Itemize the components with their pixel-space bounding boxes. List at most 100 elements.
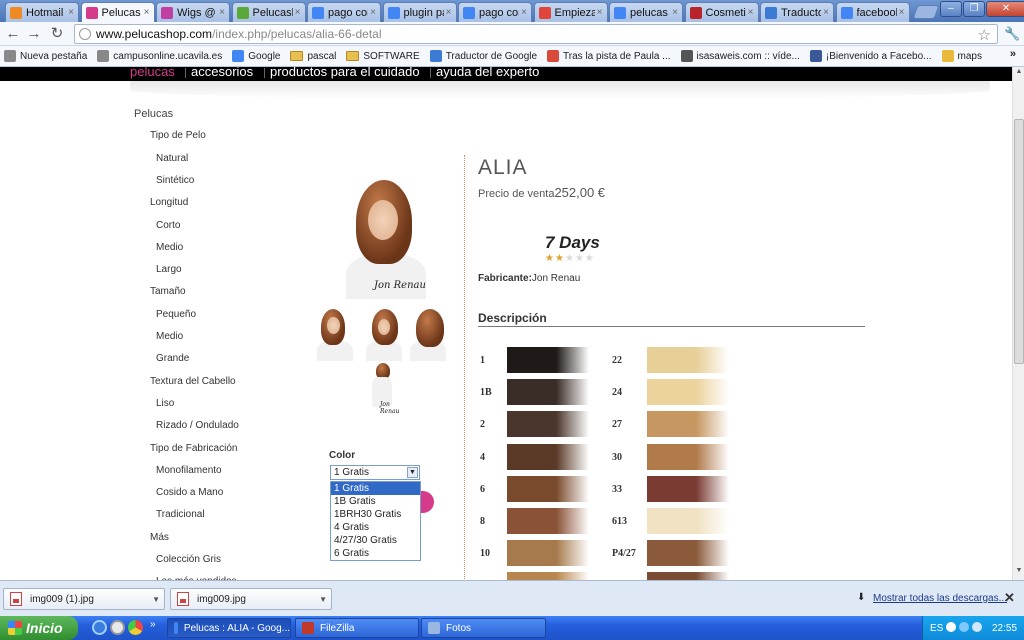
tab-close-icon[interactable]: × [899, 7, 905, 18]
category-item[interactable]: Textura del Cabello [150, 376, 236, 387]
tab-close-icon[interactable]: × [672, 7, 678, 18]
volume-icon[interactable] [972, 622, 982, 632]
browser-tab[interactable]: Hotmail - × [5, 2, 79, 22]
site-nav-link[interactable]: pelucas [130, 67, 175, 79]
color-option[interactable]: 1B Gratis [331, 495, 420, 508]
download-item[interactable]: img009 (1).jpg ▼ [3, 588, 165, 610]
category-item[interactable]: Más [150, 532, 169, 543]
category-item[interactable]: Grande [156, 353, 189, 364]
manufacturer-value[interactable]: Jon Renau [532, 273, 580, 284]
tab-close-icon[interactable]: × [144, 7, 150, 18]
category-item[interactable]: Tipo de Fabricación [150, 443, 237, 454]
taskbar-button[interactable]: FileZilla [295, 618, 419, 638]
taskbar-button[interactable]: Fotos [421, 618, 546, 638]
network-icon[interactable] [959, 622, 969, 632]
chevron-down-icon[interactable]: ▼ [319, 595, 327, 604]
browser-tab[interactable]: pago con× [307, 2, 381, 22]
category-item[interactable]: Liso [156, 398, 174, 409]
category-item[interactable]: Pequeño [156, 309, 196, 320]
thumbnail-4[interactable]: Jon Renau [366, 361, 402, 413]
browser-tab[interactable]: Traductor× [760, 2, 834, 22]
minimize-button[interactable]: – [940, 1, 962, 17]
help-icon[interactable] [946, 622, 956, 632]
chevron-down-icon[interactable]: ▼ [152, 595, 160, 604]
show-all-downloads-link[interactable]: Mostrar todas las descargas... [873, 593, 1007, 604]
tab-close-icon[interactable]: × [219, 7, 225, 18]
thumbnail-2[interactable] [364, 307, 404, 361]
site-nav-link[interactable]: ayuda del experto [436, 67, 539, 79]
browser-tab[interactable]: plugin pa× [382, 2, 457, 22]
product-main-image[interactable]: Jon Renau [338, 176, 430, 299]
tab-close-icon[interactable]: × [823, 7, 829, 18]
address-bar[interactable]: www.pelucashop.com/index.php/pelucas/ali… [74, 24, 998, 44]
category-item[interactable]: Longitud [150, 197, 188, 208]
ie-icon[interactable] [92, 620, 107, 635]
browser-tab[interactable]: Pelucash× [231, 2, 306, 22]
forward-icon[interactable]: → [25, 25, 43, 43]
category-item[interactable]: Cosido a Mano [156, 487, 223, 498]
scroll-thumb[interactable] [1014, 119, 1024, 364]
color-option[interactable]: 6 Gratis [331, 547, 420, 560]
bookmark-item[interactable]: pascal [290, 51, 336, 62]
category-item[interactable]: Medio [156, 242, 183, 253]
category-item[interactable]: Tradicional [156, 509, 205, 520]
chrome-icon[interactable] [128, 620, 143, 635]
bookmark-item[interactable]: campusonline.ucavila.es [97, 50, 222, 62]
browser-tab[interactable]: Cosmetic× [684, 2, 759, 22]
bookmark-star-icon[interactable]: ☆ [978, 26, 991, 44]
tab-close-icon[interactable]: × [446, 7, 452, 18]
close-window-button[interactable]: ✕ [986, 1, 1024, 17]
tab-close-icon[interactable]: × [597, 7, 603, 18]
category-root[interactable]: Pelucas [134, 108, 173, 120]
browser-tab[interactable]: pago con× [458, 2, 532, 22]
wrench-menu-icon[interactable]: 🔧 [1004, 26, 1020, 42]
site-nav-link[interactable]: accesorios [191, 67, 253, 79]
bookmark-item[interactable]: isasaweis.com :: víde... [680, 50, 800, 62]
category-item[interactable]: Monofilamento [156, 465, 222, 476]
bookmark-item[interactable]: Traductor de Google [429, 50, 537, 62]
category-item[interactable]: Natural [156, 153, 188, 164]
bookmarks-overflow-icon[interactable]: » [1010, 48, 1016, 60]
page-info-icon[interactable] [79, 28, 91, 40]
add-to-cart-button[interactable] [420, 491, 434, 513]
thumbnail-1[interactable] [315, 307, 355, 361]
back-icon[interactable]: ← [4, 25, 22, 43]
start-button[interactable]: Inicio [0, 616, 78, 640]
tab-close-icon[interactable]: × [370, 7, 376, 18]
category-item[interactable]: Rizado / Ondulado [156, 420, 239, 431]
close-downloads-bar-icon[interactable]: ✕ [1004, 590, 1015, 606]
taskbar-button[interactable]: Pelucas : ALIA - Goog... [167, 618, 291, 638]
browser-tab[interactable]: Empieza × [533, 2, 608, 22]
tab-close-icon[interactable]: × [295, 7, 301, 18]
chevron-down-icon[interactable]: ▼ [407, 467, 418, 478]
browser-tab[interactable]: Pelucas :× [80, 2, 155, 22]
thumbnail-3[interactable] [408, 307, 448, 361]
category-item[interactable]: Largo [156, 264, 182, 275]
bookmark-item[interactable]: Nueva pestaña [4, 50, 87, 62]
bookmark-item[interactable]: ¡Bienvenido a Facebo... [809, 50, 932, 62]
category-item[interactable]: Tipo de Pelo [150, 130, 206, 141]
category-item[interactable]: Sintético [156, 175, 194, 186]
bookmark-item[interactable]: maps [941, 50, 982, 62]
download-item[interactable]: img009.jpg ▼ [170, 588, 332, 610]
browser-tab[interactable]: Wigs @ C× [156, 2, 230, 22]
scroll-down-icon[interactable]: ▼ [1014, 567, 1024, 579]
language-indicator[interactable]: ES [930, 623, 943, 634]
tab-close-icon[interactable]: × [521, 7, 527, 18]
restore-button[interactable]: ❐ [963, 1, 985, 17]
browser-tab[interactable]: facebook× [835, 2, 910, 22]
page-scrollbar[interactable]: ▲ ▼ [1012, 67, 1024, 580]
site-nav-link[interactable]: productos para el cuidado [270, 67, 420, 79]
reload-icon[interactable]: ↻ [48, 25, 66, 43]
color-option[interactable]: 1BRH30 Gratis [331, 508, 420, 521]
color-option[interactable]: 4/27/30 Gratis [331, 534, 420, 547]
bookmark-item[interactable]: SOFTWARE [346, 51, 420, 62]
color-option[interactable]: 4 Gratis [331, 521, 420, 534]
quicklaunch-more-icon[interactable]: » [150, 619, 156, 630]
scroll-up-icon[interactable]: ▲ [1014, 68, 1024, 80]
tab-close-icon[interactable]: × [68, 7, 74, 18]
color-option[interactable]: 1 Gratis [331, 482, 420, 495]
color-select[interactable]: 1 Gratis ▼ [330, 465, 420, 480]
bookmark-item[interactable]: Google [232, 50, 280, 62]
category-item[interactable]: Medio [156, 331, 183, 342]
